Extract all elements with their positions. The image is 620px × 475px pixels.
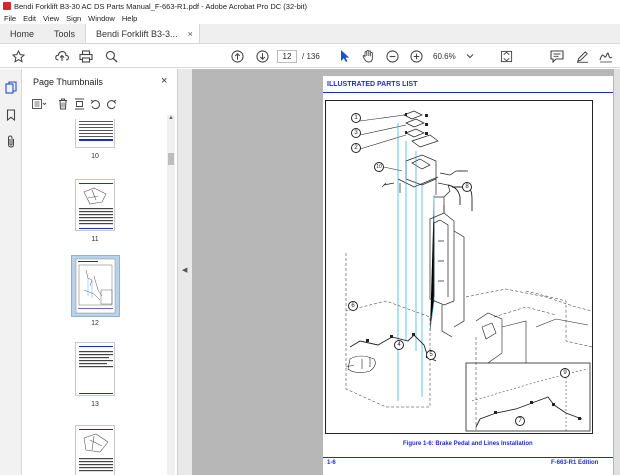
- callout-5: 5: [426, 350, 436, 360]
- menu-help[interactable]: Help: [122, 14, 137, 23]
- next-page-icon[interactable]: [254, 48, 270, 64]
- tab-home[interactable]: Home: [0, 24, 44, 43]
- acrobat-icon: [3, 2, 11, 10]
- pdf-page: ILLUSTRATED PARTS LIST 1 3 2 10 8 6 4 5 …: [323, 76, 613, 475]
- collapse-panel-arrow-icon[interactable]: ◀: [182, 266, 187, 274]
- parts-illustration: 1 3 2 10 8 6 4 5 7 9: [325, 100, 593, 434]
- close-tab-icon[interactable]: ×: [188, 29, 193, 39]
- rotate-left-icon[interactable]: [87, 97, 103, 111]
- search-icon[interactable]: [103, 48, 119, 64]
- sign-icon[interactable]: [598, 48, 614, 64]
- callout-3: 3: [351, 128, 361, 138]
- menu-window[interactable]: Window: [88, 14, 115, 23]
- hand-tool-icon[interactable]: [360, 48, 376, 64]
- tab-bar: Home Tools Bendi Forklift B3-3... ×: [0, 24, 620, 44]
- figure-caption: Figure 1-6: Brake Pedal and Lines Instal…: [403, 441, 533, 447]
- tab-document-label: Bendi Forklift B3-3...: [96, 28, 178, 39]
- scroll-up-arrow-icon[interactable]: ▲: [167, 115, 175, 123]
- page-header: ILLUSTRATED PARTS LIST: [327, 81, 418, 88]
- thumbnail-label: 13: [91, 401, 99, 408]
- fit-page-icon[interactable]: [498, 48, 514, 64]
- panel-title: Page Thumbnails: [33, 77, 103, 87]
- callout-7: 7: [515, 416, 525, 426]
- cloud-upload-icon[interactable]: [54, 48, 70, 64]
- callout-9: 9: [560, 368, 570, 378]
- bookmarks-icon[interactable]: [5, 109, 17, 121]
- previous-page-icon[interactable]: [229, 48, 245, 64]
- menu-file[interactable]: File: [4, 14, 16, 23]
- brake-pedal-drawing: [345, 110, 593, 432]
- callout-1: 1: [351, 113, 361, 123]
- callout-6: 6: [348, 301, 358, 311]
- zoom-level-input[interactable]: 60.6%: [433, 50, 473, 63]
- close-panel-icon[interactable]: ×: [161, 75, 167, 87]
- thumbnail-label: 11: [91, 236, 99, 243]
- page-thumbnail-10[interactable]: [75, 119, 115, 148]
- thumbnails-scrollbar[interactable]: ▲: [167, 115, 175, 475]
- header-rule: [323, 92, 613, 93]
- window-title: Bendi Forklift B3-30 AC DS Parts Manual_…: [14, 1, 308, 11]
- menu-view[interactable]: View: [43, 14, 59, 23]
- highlight-pen-icon[interactable]: [574, 48, 590, 64]
- thumbnail-options-icon[interactable]: [31, 97, 47, 111]
- tab-tools[interactable]: Tools: [44, 24, 85, 43]
- page-footer-edition: F-663-R1 Edition: [551, 460, 599, 466]
- page-thumbnails-icon[interactable]: [5, 80, 17, 94]
- page-thumbnail-12-selected[interactable]: [71, 255, 120, 317]
- left-navigation-rail: [0, 69, 22, 475]
- document-viewer[interactable]: ILLUSTRATED PARTS LIST 1 3 2 10 8 6 4 5 …: [192, 69, 620, 475]
- footer-rule: [323, 457, 613, 458]
- zoom-out-icon[interactable]: [384, 48, 400, 64]
- comment-icon[interactable]: [549, 48, 565, 64]
- bookmark-star-icon[interactable]: [10, 48, 26, 64]
- tab-document[interactable]: Bendi Forklift B3-3... ×: [85, 24, 200, 43]
- page-total: / 136: [302, 52, 320, 61]
- title-bar: Bendi Forklift B3-30 AC DS Parts Manual_…: [0, 0, 620, 12]
- menu-edit[interactable]: Edit: [23, 14, 36, 23]
- scroll-thumb[interactable]: [168, 153, 174, 165]
- page-number-input[interactable]: 12: [277, 50, 297, 63]
- thumbnail-label: 12: [91, 320, 99, 327]
- menu-bar: File Edit View Sign Window Help: [0, 12, 620, 24]
- print-icon[interactable]: [78, 48, 94, 64]
- page-thumbnail-11[interactable]: [75, 179, 115, 231]
- callout-8: 8: [462, 182, 472, 192]
- callout-10: 10: [374, 162, 384, 172]
- insert-page-icon[interactable]: [71, 97, 87, 111]
- thumbnail-label: 10: [91, 153, 99, 160]
- callout-4: 4: [394, 340, 404, 350]
- page-thumbnail-14[interactable]: [75, 425, 115, 475]
- callout-2: 2: [351, 143, 361, 153]
- menu-sign[interactable]: Sign: [66, 14, 81, 23]
- select-cursor-icon[interactable]: [337, 48, 353, 64]
- attachments-paperclip-icon[interactable]: [5, 134, 17, 148]
- page-thumbnails-panel: Page Thumbnails × 10 11 12 13 ▲: [23, 69, 178, 475]
- document-scrollbar[interactable]: [614, 69, 620, 475]
- page-footer-number: 1-6: [327, 460, 336, 466]
- panel-splitter[interactable]: ◀: [178, 69, 192, 475]
- zoom-in-icon[interactable]: [408, 48, 424, 64]
- page-thumbnail-13[interactable]: [75, 342, 115, 396]
- panel-toolbar: [31, 97, 119, 111]
- rotate-right-icon[interactable]: [103, 97, 119, 111]
- delete-page-trash-icon[interactable]: [55, 97, 71, 111]
